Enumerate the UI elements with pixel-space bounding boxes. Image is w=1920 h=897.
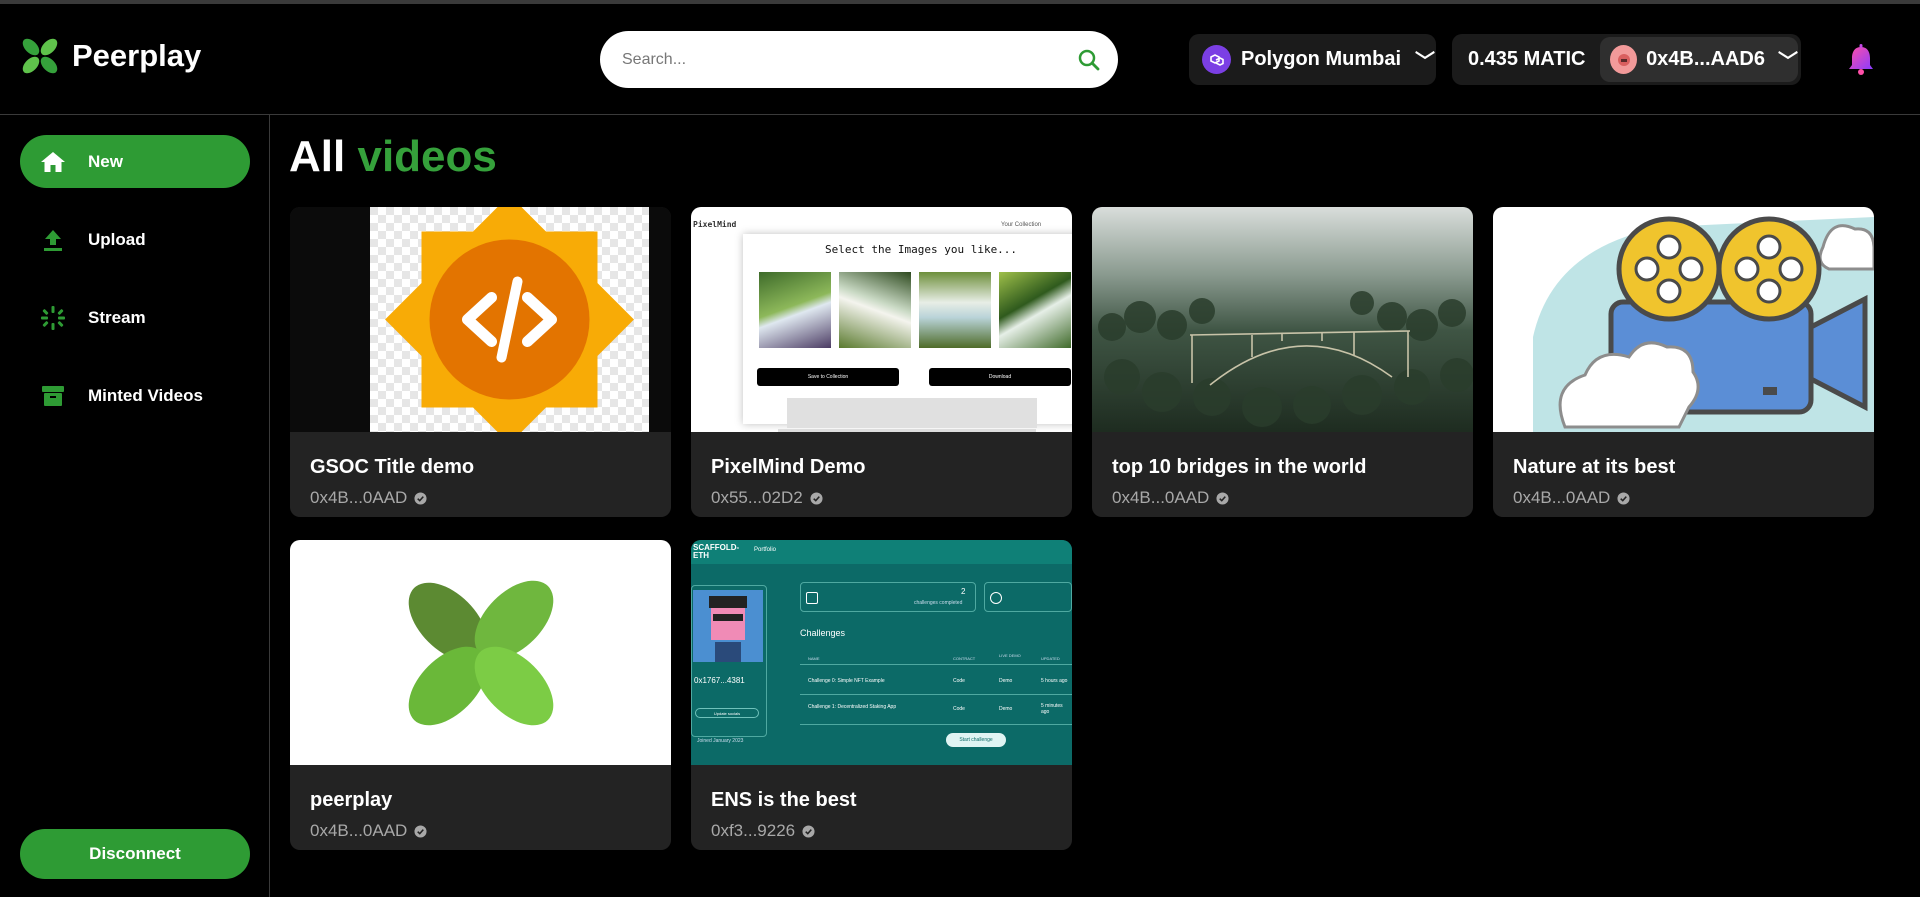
wallet-widget: 0.435 MATIC 0x4B...AAD6 ﹀	[1452, 34, 1801, 85]
verified-icon	[1216, 491, 1229, 505]
peerplay-logo-icon	[22, 38, 58, 74]
verified-icon	[802, 824, 815, 838]
thumb-text: Challenge 0: Simple NFT Example	[808, 678, 885, 684]
video-thumbnail[interactable]	[1092, 207, 1473, 432]
thumb-text: Code	[953, 706, 965, 712]
thumb-text: Challenge 1: Decentralized Staking App	[808, 704, 897, 710]
network-selector[interactable]: Polygon Mumbai ﹀	[1189, 34, 1436, 85]
video-card[interactable]: PixelMind Your Collection Select the Ima…	[691, 207, 1072, 517]
verified-icon	[810, 491, 823, 505]
video-owner: 0x4B...0AAD	[310, 821, 427, 841]
page-title-prefix: All	[289, 132, 346, 181]
bell-icon	[1849, 44, 1873, 75]
sidebar-item-label: New	[88, 151, 123, 171]
notifications-button[interactable]	[1843, 42, 1879, 78]
disconnect-button[interactable]: Disconnect	[20, 829, 250, 879]
search-icon	[1078, 49, 1100, 71]
video-card[interactable]: peerplay 0x4B...0AAD	[290, 540, 671, 850]
thumb-text: 0x1767...4381	[694, 676, 745, 685]
thumb-text: challenges completed	[914, 600, 963, 606]
search-button[interactable]	[1074, 45, 1104, 75]
video-card[interactable]: SCAFFOLD-ETH Portfolio 0x1767...4381 Upd…	[691, 540, 1072, 850]
thumb-text: Your Collection	[1001, 222, 1042, 228]
thumb-text: Joined January 2023	[697, 738, 744, 744]
video-owner: 0x4B...0AAD	[1513, 488, 1630, 508]
thumb-text: CONTRACT	[953, 656, 976, 661]
owner-address: 0xf3...9226	[711, 821, 796, 840]
video-owner: 0xf3...9226	[711, 821, 815, 841]
page-title: All videos	[289, 132, 497, 182]
video-thumbnail[interactable]	[1493, 207, 1874, 432]
thumb-text: Download	[929, 368, 1071, 386]
thumb-text: Start challenge	[946, 733, 1006, 747]
sidebar-item-label: Stream	[88, 307, 146, 327]
app-logo[interactable]: Peerplay	[18, 34, 201, 78]
sidebar-item-label: Minted Videos	[88, 385, 203, 405]
video-owner: 0x55...02D2	[711, 488, 823, 508]
thumb-text: Select the Images you like...	[825, 243, 1018, 256]
thumb-text: 2	[961, 587, 966, 596]
chevron-down-icon: ﹀	[1415, 51, 1435, 73]
top-header: Peerplay Polygon Mumbai ﹀ 0.435 MATIC 0x…	[0, 4, 1920, 115]
video-thumbnail[interactable]: PixelMind Your Collection Select the Ima…	[691, 207, 1072, 432]
chevron-down-icon: ﹀	[1778, 51, 1798, 73]
sidebar-item-stream[interactable]: Stream	[20, 291, 250, 344]
owner-address: 0x4B...0AAD	[310, 488, 408, 507]
thumb-text: Update socials	[695, 708, 759, 718]
video-owner: 0x4B...0AAD	[1112, 488, 1229, 508]
network-label: Polygon Mumbai	[1241, 48, 1401, 70]
video-card[interactable]: Nature at its best 0x4B...0AAD	[1493, 207, 1874, 517]
archive-icon	[40, 383, 66, 409]
sidebar-item-label: Upload	[88, 229, 146, 249]
page-title-accent: videos	[357, 132, 497, 181]
thumb-text: Challenges	[800, 628, 846, 638]
thumb-text: Demo	[999, 706, 1013, 712]
video-title: ENS is the best	[711, 789, 857, 811]
verified-icon	[1617, 491, 1630, 505]
thumb-text: 5 hours ago	[1041, 678, 1068, 684]
polygon-icon	[1202, 45, 1231, 74]
thumb-text: SCAFFOLD-ETH	[693, 543, 740, 560]
video-thumbnail[interactable]: SCAFFOLD-ETH Portfolio 0x1767...4381 Upd…	[691, 540, 1072, 765]
video-title: top 10 bridges in the world	[1112, 456, 1367, 478]
search-bar	[600, 31, 1118, 88]
video-card[interactable]: top 10 bridges in the world 0x4B...0AAD	[1092, 207, 1473, 517]
video-title: peerplay	[310, 789, 393, 811]
verified-icon	[414, 824, 427, 838]
video-card[interactable]: GSOC Title demo 0x4B...0AAD	[290, 207, 671, 517]
owner-address: 0x4B...0AAD	[1513, 488, 1611, 507]
verified-icon	[414, 491, 427, 505]
home-icon	[40, 149, 66, 175]
video-title: PixelMind Demo	[711, 456, 866, 478]
video-owner: 0x4B...0AAD	[310, 488, 427, 508]
wallet-balance: 0.435 MATIC	[1468, 48, 1586, 70]
thumb-text: NAME	[808, 656, 820, 661]
app-name: Peerplay	[72, 38, 202, 73]
video-thumbnail[interactable]	[290, 207, 671, 432]
owner-address: 0x4B...0AAD	[1112, 488, 1210, 507]
owner-address: 0x4B...0AAD	[310, 821, 408, 840]
thumb-text: UPDATED	[1041, 656, 1060, 661]
thumb-text: Save to Collection	[757, 368, 899, 386]
video-title: GSOC Title demo	[310, 456, 475, 478]
video-title: Nature at its best	[1513, 456, 1676, 478]
thumb-text: Demo	[999, 678, 1013, 684]
thumb-text: PixelMind	[693, 220, 737, 229]
stream-icon	[40, 305, 66, 331]
account-address: 0x4B...AAD6	[1646, 48, 1765, 70]
account-selector[interactable]: 0x4B...AAD6 ﹀	[1600, 37, 1798, 82]
thumb-text: Code	[953, 678, 965, 684]
video-thumbnail[interactable]	[290, 540, 671, 765]
owner-address: 0x55...02D2	[711, 488, 803, 507]
sidebar-item-upload[interactable]: Upload	[20, 213, 250, 266]
sidebar-item-new[interactable]: New	[20, 135, 250, 188]
thumb-text: Portfolio	[754, 547, 777, 553]
account-avatar	[1610, 45, 1638, 74]
search-input[interactable]	[622, 31, 1042, 88]
thumb-text: LIVE DEMO	[999, 653, 1021, 658]
sidebar: New Upload Stream Minted Videos Disconne…	[0, 115, 270, 897]
sidebar-item-minted-videos[interactable]: Minted Videos	[20, 369, 250, 422]
upload-icon	[40, 227, 66, 253]
thumb-text: 5 minutes ago	[1041, 703, 1063, 715]
